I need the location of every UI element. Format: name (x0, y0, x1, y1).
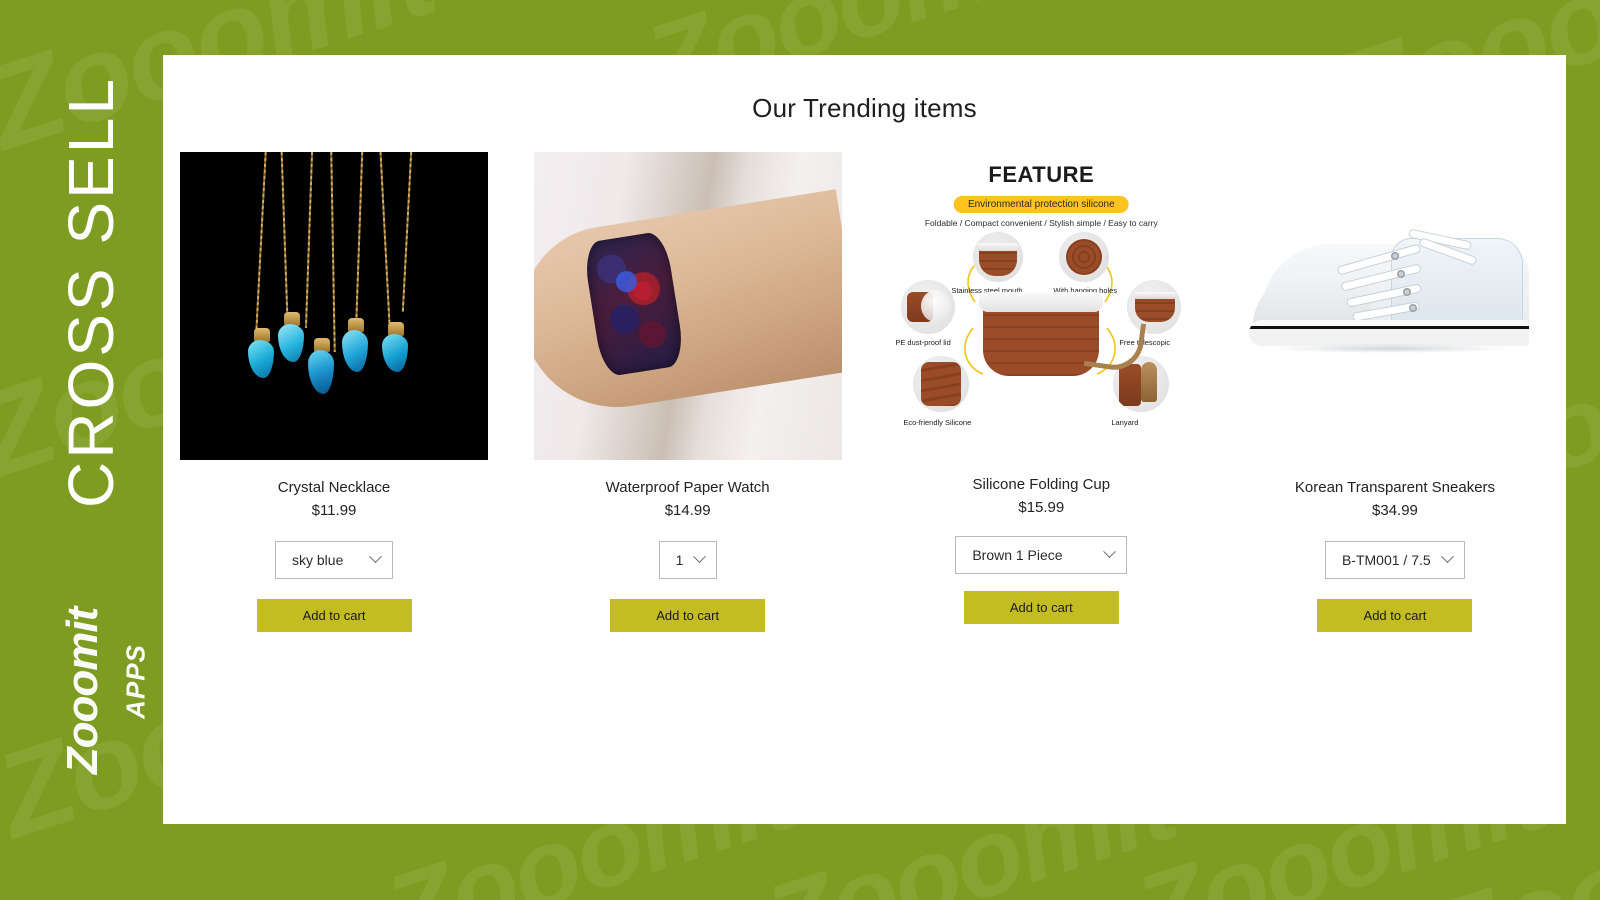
crystal-necklace-artwork (180, 152, 488, 460)
variant-select-value: B-TM001 / 7.5 (1341, 551, 1431, 568)
product-card[interactable]: Waterproof Paper Watch $14.99 1 Add to c… (525, 152, 851, 632)
variant-select-value: sky blue (292, 551, 344, 568)
add-to-cart-button[interactable]: Add to cart (610, 598, 766, 632)
variant-select-value: Brown 1 Piece (972, 546, 1063, 563)
product-price: $34.99 (1372, 501, 1418, 519)
brand-name: Zooomit (58, 607, 107, 775)
page-title-vertical: CROSS SELL (55, 76, 127, 508)
chevron-down-icon (692, 550, 706, 564)
callout-bubble (1059, 232, 1110, 282)
callout-label: PE dust-proof lid (895, 338, 951, 347)
chevron-down-icon (1441, 550, 1454, 564)
add-to-cart-button[interactable]: Add to cart (1317, 598, 1473, 632)
variant-select[interactable]: B-TM001 / 7.5 (1324, 540, 1465, 579)
cup-body (983, 304, 1100, 376)
paper-watch-artwork (533, 152, 842, 460)
product-grid: Crystal Necklace $11.99 sky blue Add to … (163, 152, 1566, 632)
product-name: Crystal Necklace (277, 479, 391, 496)
variant-select-value: 1 (675, 551, 684, 568)
product-card[interactable]: Korean Transparent Sneakers $34.99 B-TM0… (1232, 152, 1558, 632)
brand-logo: Zooomit APPS (18, 562, 151, 822)
sneaker-artwork (1240, 152, 1549, 460)
chevron-down-icon (369, 550, 382, 564)
left-rail: CROSS SELL Zooomit APPS (0, 0, 163, 900)
chevron-down-icon (1103, 545, 1117, 559)
product-image-korean-transparent-sneakers[interactable] (1240, 152, 1549, 460)
product-price: $14.99 (664, 501, 711, 519)
variant-select[interactable]: 1 (658, 540, 717, 579)
callout-bubble (901, 280, 956, 334)
add-to-cart-button[interactable]: Add to cart (256, 598, 412, 632)
product-name: Korean Transparent Sneakers (1294, 479, 1496, 496)
product-price: $15.99 (1018, 498, 1065, 516)
product-name: Silicone Folding Cup (972, 476, 1111, 493)
variant-select[interactable]: Brown 1 Piece (955, 535, 1128, 574)
section-heading: Our Trending items (752, 93, 977, 123)
product-card[interactable]: Crystal Necklace $11.99 sky blue Add to … (171, 152, 497, 632)
callout-label: Lanyard (1111, 418, 1139, 427)
product-image-crystal-necklace[interactable] (180, 152, 488, 460)
callout-bubble (973, 232, 1024, 282)
product-price: $11.99 (311, 501, 357, 519)
product-name: Waterproof Paper Watch (605, 479, 770, 496)
silicone-cup-infographic: FEATURE Environmental protection silicon… (887, 152, 1196, 460)
callout-label: Eco-friendly Silicone (903, 418, 972, 427)
cup-lid (979, 292, 1104, 312)
product-card[interactable]: FEATURE Environmental protection silicon… (878, 152, 1204, 624)
product-image-silicone-folding-cup[interactable]: FEATURE Environmental protection silicon… (887, 152, 1196, 460)
callout-bubble (913, 356, 970, 412)
product-image-waterproof-paper-watch[interactable] (533, 152, 842, 460)
variant-select[interactable]: sky blue (275, 540, 393, 579)
brand-subtitle: APPS (120, 644, 151, 719)
content-panel: Our Trending items Crystal Necklace $11.… (163, 55, 1566, 824)
add-to-cart-button[interactable]: Add to cart (963, 590, 1119, 624)
